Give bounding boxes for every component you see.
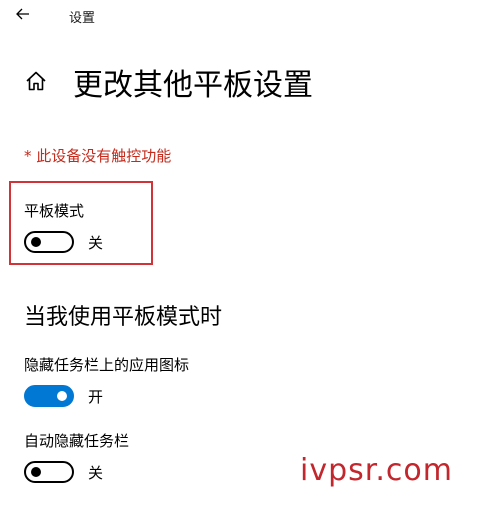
tablet-mode-label: 平板模式 xyxy=(24,202,85,220)
toggle-switch[interactable] xyxy=(24,385,74,407)
toggle-state-label: 关 xyxy=(88,234,104,252)
watermark-logo: ivpsr.com xyxy=(300,453,453,488)
back-button[interactable] xyxy=(8,2,38,28)
toggle-state-label: 开 xyxy=(88,388,104,406)
home-icon xyxy=(26,71,46,91)
toggle-knob xyxy=(31,467,41,477)
hide-taskbar-icons-label: 隐藏任务栏上的应用图标 xyxy=(24,356,190,374)
title-bar: 设置 xyxy=(0,0,500,32)
section-heading: 当我使用平板模式时 xyxy=(24,305,223,330)
toggle-knob xyxy=(57,391,67,401)
app-title: 设置 xyxy=(69,11,96,26)
page-title: 更改其他平板设置 xyxy=(73,68,313,103)
toggle-state-label: 关 xyxy=(88,464,104,482)
no-touch-warning: * 此设备没有触控功能 xyxy=(24,147,172,165)
auto-hide-taskbar-label: 自动隐藏任务栏 xyxy=(24,432,130,450)
back-arrow-icon xyxy=(16,8,29,20)
toggle-knob xyxy=(31,237,41,247)
toggle-switch[interactable] xyxy=(24,461,74,483)
toggle-switch[interactable] xyxy=(24,231,74,253)
